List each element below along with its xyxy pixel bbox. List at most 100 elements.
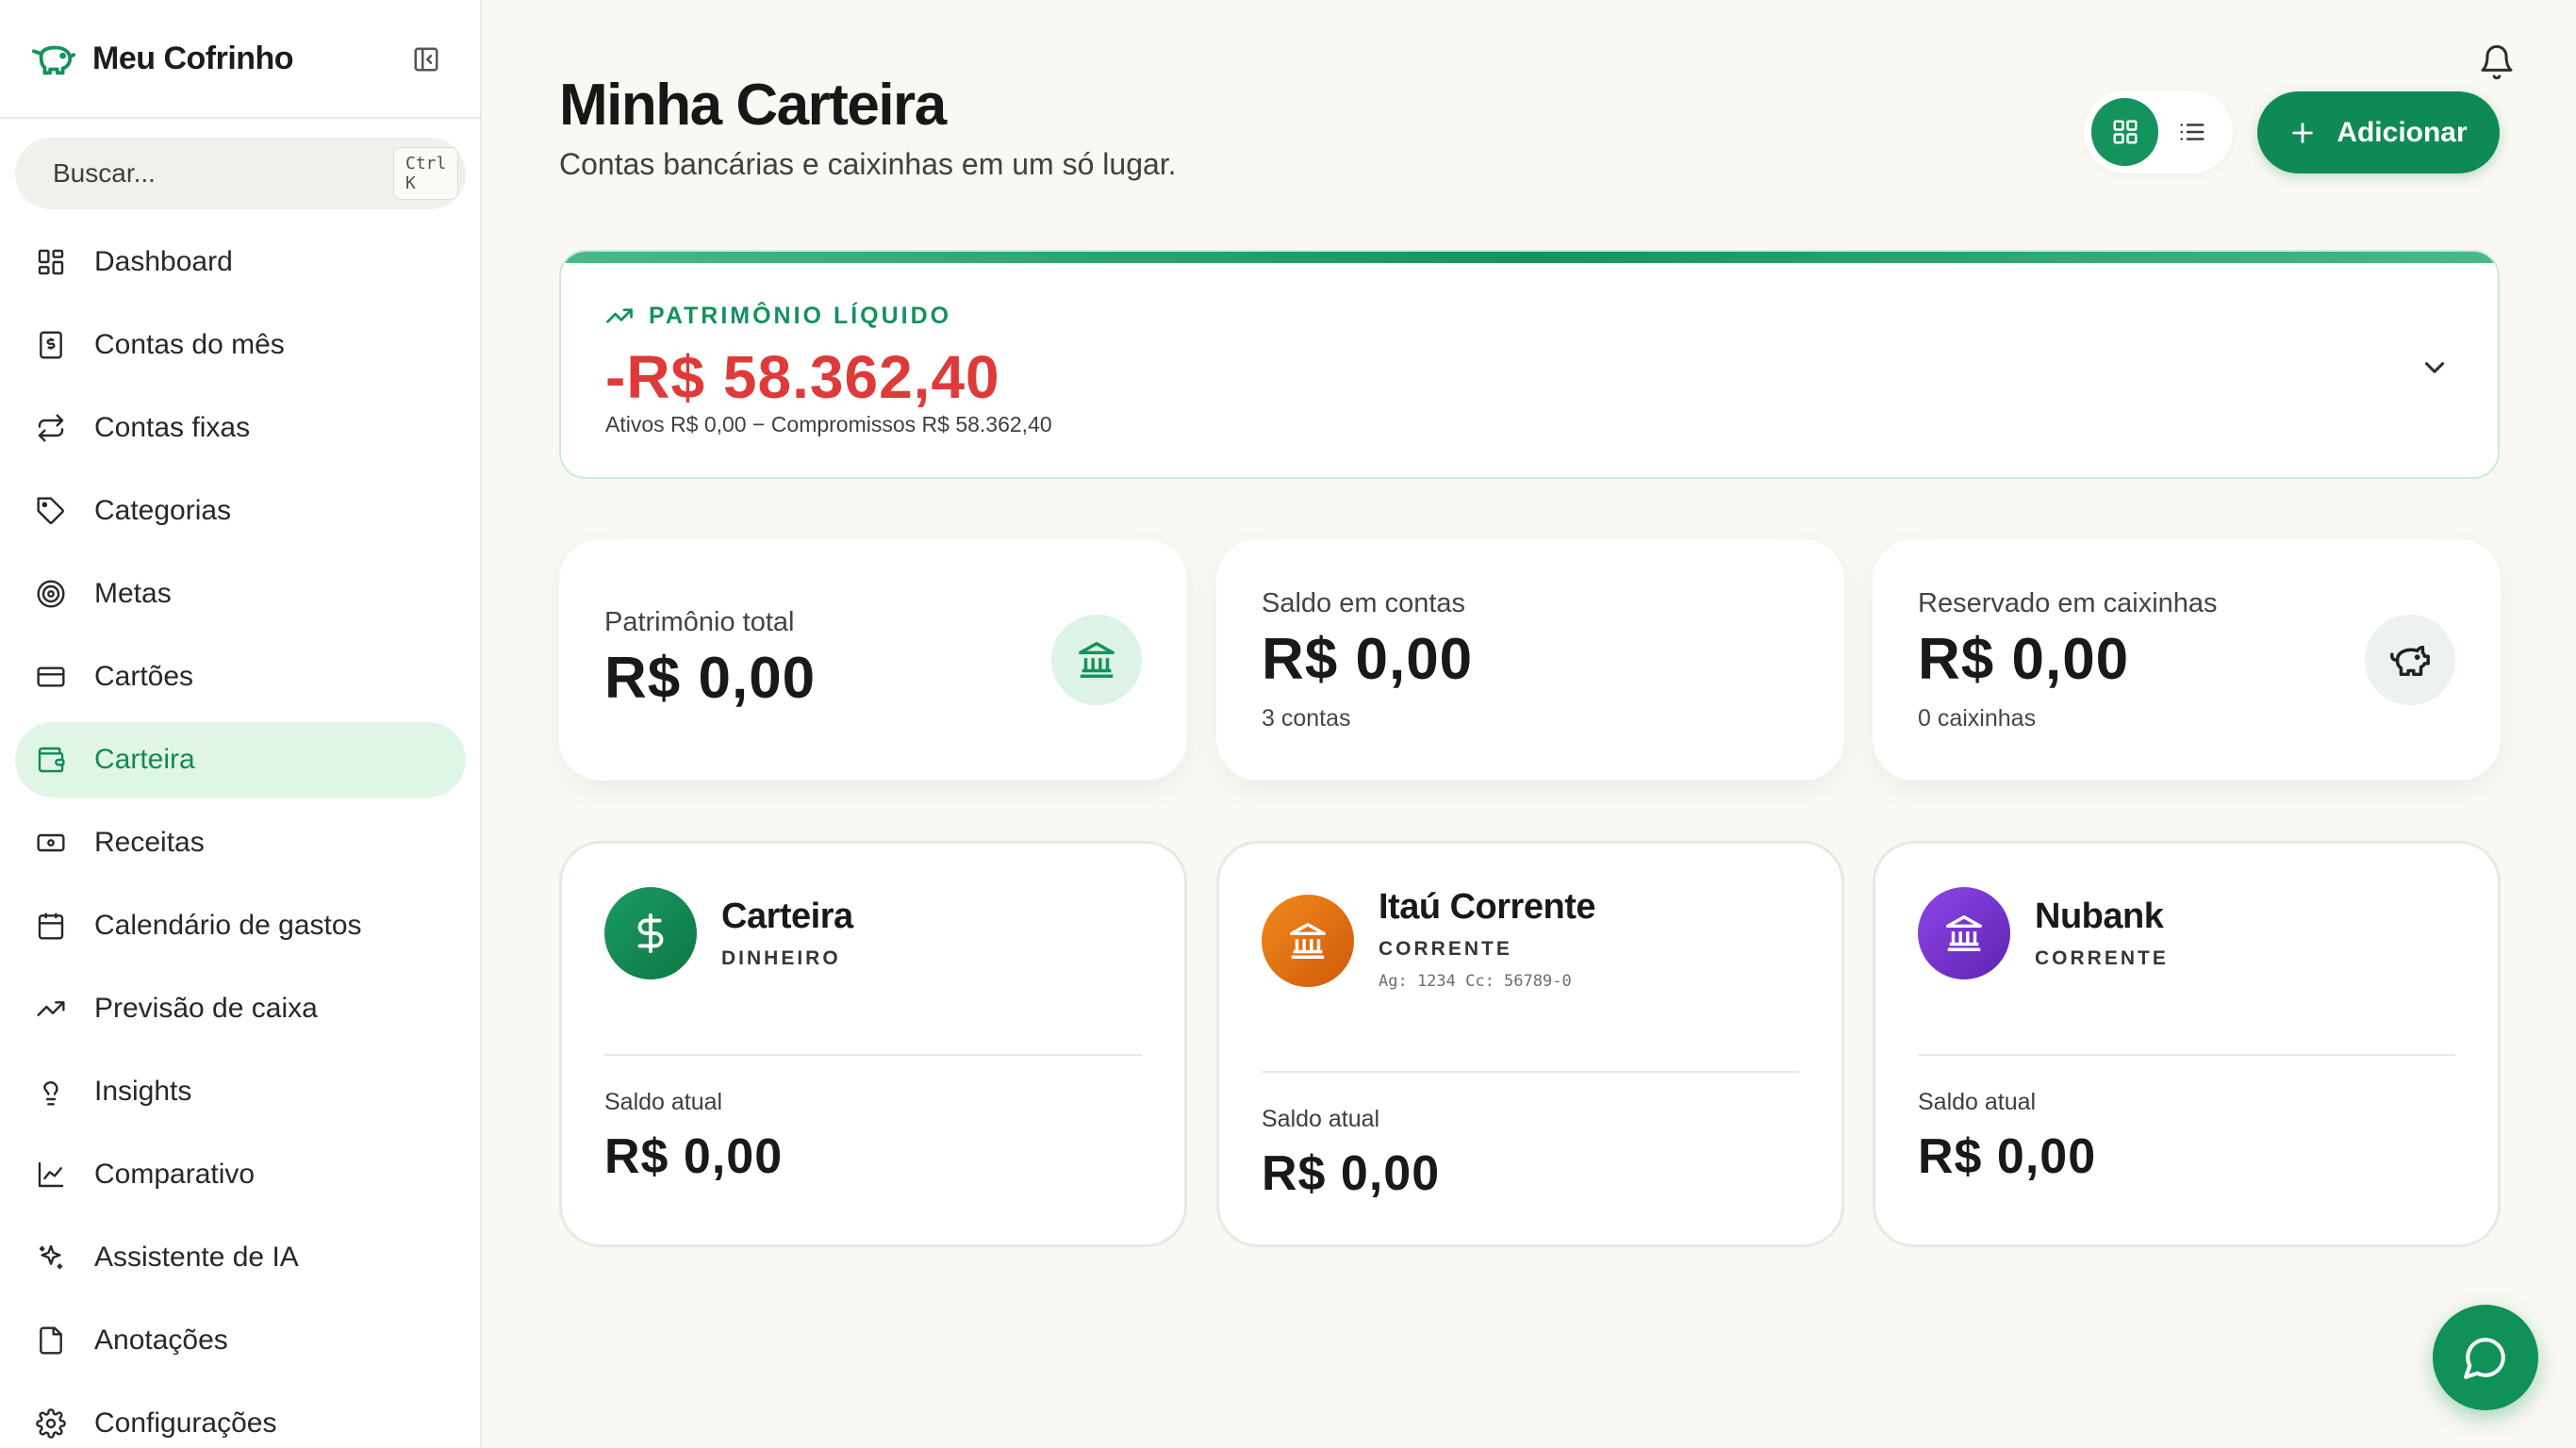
- list-view-button[interactable]: [2158, 98, 2225, 166]
- summary-label: Saldo em contas: [1262, 588, 1466, 618]
- add-button-label: Adicionar: [2337, 116, 2468, 148]
- chevron-down-icon[interactable]: [2419, 352, 2451, 384]
- sidebar-item-label: Assistente de IA: [94, 1242, 299, 1273]
- sidebar-item-categorias[interactable]: Categorias: [15, 473, 466, 549]
- summary-icon: [1051, 615, 1142, 705]
- sidebar-item-label: Anotações: [94, 1325, 228, 1356]
- sidebar-item-configuracoes[interactable]: Configurações: [15, 1386, 466, 1448]
- account-agency-info: Ag: 1234 Cc: 56789-0: [1379, 972, 1572, 991]
- account-divider: [1262, 1071, 1799, 1073]
- banknote-icon: [37, 833, 65, 852]
- grid-view-button[interactable]: [2091, 98, 2158, 166]
- summary-icon: [2365, 615, 2455, 705]
- account-card-carteira[interactable]: Carteira DINHEIRO Saldo atual R$ 0,00: [559, 841, 1187, 1247]
- brand-header: Meu Cofrinho: [0, 0, 480, 119]
- piggy-logo-icon: [32, 45, 75, 75]
- account-name: Itaú Corrente: [1379, 887, 1595, 927]
- net-worth-value: -R$ 58.362,40: [605, 343, 1000, 411]
- bank-icon: [1079, 642, 1115, 678]
- sidebar-item-insights[interactable]: Insights: [15, 1054, 466, 1129]
- net-worth-label: PATRIMÔNIO LÍQUIDO: [605, 302, 951, 330]
- search-input[interactable]: [53, 158, 393, 189]
- sidebar-nav: Dashboard Contas do mês Contas fixas Cat…: [15, 224, 466, 1448]
- target-icon: [37, 580, 65, 608]
- sidebar-item-anotacoes[interactable]: Anotações: [15, 1303, 466, 1378]
- account-type: CORRENTE: [2035, 947, 2169, 969]
- sidebar-item-label: Previsão de caixa: [94, 993, 318, 1024]
- account-divider: [604, 1054, 1142, 1056]
- sidebar-item-dashboard[interactable]: Dashboard: [15, 224, 466, 300]
- wallet-icon: [38, 747, 65, 773]
- account-balance: R$ 0,00: [604, 1129, 784, 1184]
- page-title: Minha Carteira: [559, 73, 947, 138]
- plus-icon: [2292, 122, 2314, 143]
- chat-button[interactable]: [2433, 1305, 2538, 1410]
- repeat-icon: [38, 414, 64, 442]
- account-card-itau[interactable]: Itaú Corrente CORRENTE Ag: 1234 Cc: 5678…: [1216, 841, 1844, 1247]
- lightbulb-icon: [43, 1081, 58, 1106]
- sidebar-item-calendario[interactable]: Calendário de gastos: [15, 888, 466, 963]
- sidebar-item-receitas[interactable]: Receitas: [15, 805, 466, 880]
- line-chart-icon: [38, 1161, 64, 1188]
- sidebar-item-label: Dashboard: [94, 246, 233, 277]
- add-button[interactable]: Adicionar: [2257, 91, 2500, 173]
- account-avatar: [1262, 895, 1354, 987]
- sidebar-item-label: Receitas: [94, 827, 205, 858]
- receipt-icon: [40, 331, 62, 359]
- sidebar-item-contas-fixas[interactable]: Contas fixas: [15, 390, 466, 466]
- sidebar-item-previsao[interactable]: Previsão de caixa: [15, 971, 466, 1046]
- account-avatar: [604, 887, 697, 979]
- account-card-nubank[interactable]: Nubank CORRENTE Saldo atual R$ 0,00: [1873, 841, 2501, 1247]
- chat-bubble-icon: [2464, 1338, 2505, 1379]
- bank-icon: [1290, 923, 1326, 959]
- account-name: Nubank: [2035, 897, 2164, 936]
- summary-card-caixinhas: Reservado em caixinhas R$ 0,00 0 caixinh…: [1873, 539, 2501, 781]
- sidebar-item-metas[interactable]: Metas: [15, 556, 466, 632]
- trending-up-icon: [37, 1001, 65, 1016]
- grid-icon: [2113, 120, 2137, 144]
- app-name: Meu Cofrinho: [92, 40, 294, 76]
- summary-label: Reservado em caixinhas: [1918, 588, 2218, 618]
- sidebar-item-label: Carteira: [94, 744, 195, 775]
- balance-label: Saldo atual: [1262, 1106, 1380, 1132]
- account-avatar: [1918, 887, 2010, 979]
- page-subtitle: Contas bancárias e caixinhas em um só lu…: [559, 147, 1177, 181]
- sidebar-item-comparativo[interactable]: Comparativo: [15, 1137, 466, 1212]
- search-shortcut-badge: Ctrl K: [393, 147, 459, 200]
- sidebar-item-label: Calendário de gastos: [94, 910, 362, 941]
- account-balance: R$ 0,00: [1262, 1146, 1441, 1201]
- calendar-icon: [38, 913, 64, 940]
- summary-value: R$ 0,00: [604, 646, 817, 711]
- sidebar-item-label: Contas do mês: [94, 329, 285, 360]
- account-type: CORRENTE: [1379, 938, 1512, 960]
- tag-icon: [37, 497, 64, 524]
- sidebar-item-label: Categorias: [94, 495, 232, 526]
- sidebar-item-contas-do-mes[interactable]: Contas do mês: [15, 307, 466, 383]
- sidebar-item-carteira[interactable]: Carteira: [15, 722, 466, 798]
- balance-label: Saldo atual: [604, 1089, 723, 1115]
- summary-sub: 3 contas: [1262, 705, 1351, 732]
- search-box[interactable]: Ctrl K: [15, 138, 466, 209]
- summary-value: R$ 0,00: [1918, 627, 2130, 692]
- view-toggle: [2084, 90, 2233, 173]
- summary-label: Patrimônio total: [604, 607, 795, 637]
- settings-icon: [36, 1408, 66, 1439]
- bell-icon[interactable]: [2478, 43, 2516, 81]
- account-name: Carteira: [721, 897, 853, 936]
- sidebar-item-assistente[interactable]: Assistente de IA: [15, 1220, 466, 1295]
- net-worth-accent-bar: [561, 252, 2498, 263]
- summary-sub: 0 caixinhas: [1918, 705, 2037, 732]
- account-balance: R$ 0,00: [1918, 1129, 2097, 1184]
- collapse-sidebar-icon[interactable]: [412, 45, 440, 74]
- net-worth-card[interactable]: PATRIMÔNIO LÍQUIDO -R$ 58.362,40 Ativos …: [559, 250, 2500, 479]
- sidebar-item-cartoes[interactable]: Cartões: [15, 639, 466, 715]
- trending-up-icon: [606, 308, 633, 323]
- summary-card-saldo: Saldo em contas R$ 0,00 3 contas: [1216, 539, 1844, 781]
- sidebar-item-label: Comparativo: [94, 1159, 256, 1190]
- account-type: DINHEIRO: [721, 947, 841, 969]
- account-divider: [1918, 1054, 2455, 1056]
- sidebar-item-label: Configurações: [94, 1407, 277, 1439]
- credit-card-icon: [37, 666, 65, 687]
- sidebar-item-label: Metas: [94, 578, 172, 609]
- dashboard-icon: [38, 249, 64, 275]
